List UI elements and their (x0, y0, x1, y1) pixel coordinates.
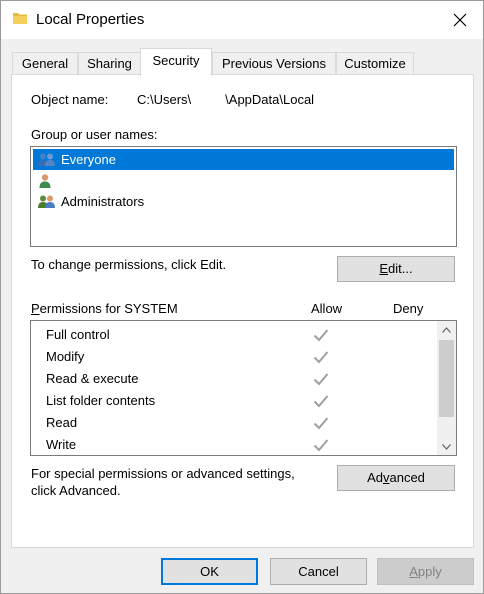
redacted-username (191, 94, 226, 107)
scrollbar-thumb[interactable] (439, 340, 454, 417)
allow-check-icon (313, 329, 329, 342)
object-path-suffix: \AppData\Local (225, 92, 315, 107)
special-permissions-line2: click Advanced. (31, 483, 121, 498)
permission-name: Read (46, 415, 78, 430)
window-title: Local Properties (36, 11, 145, 28)
chevron-down-icon (442, 443, 451, 450)
change-permissions-text: To change permissions, click Edit. (31, 257, 227, 272)
special-permissions-text: For special permissions or advanced sett… (31, 465, 295, 499)
allow-check-icon (313, 417, 329, 430)
permission-row: Read (31, 412, 435, 434)
permission-name: List folder contents (46, 393, 156, 408)
user-icon (39, 173, 51, 188)
permission-name: Write (46, 437, 77, 452)
tab-sharing[interactable]: Sharing (78, 52, 141, 75)
apply-button-accelerator: A (409, 564, 418, 579)
tab-customize[interactable]: Customize (336, 52, 414, 75)
folder-icon (13, 13, 27, 24)
permission-row: Read & execute (31, 368, 435, 390)
list-item-label: Everyone (61, 152, 116, 167)
edit-button-label-post: dit... (388, 261, 413, 276)
close-button[interactable] (437, 1, 483, 39)
cancel-button[interactable]: Cancel (270, 558, 367, 585)
allow-check-icon (313, 439, 329, 452)
list-item-label (61, 176, 191, 186)
ok-button[interactable]: OK (161, 558, 258, 585)
permission-name: Full control (46, 327, 110, 342)
title-bar: Local Properties (1, 1, 483, 39)
edit-button[interactable]: Edit... (337, 256, 455, 282)
group-names-label: Group or user names: (31, 127, 158, 142)
permission-row: Write (31, 434, 435, 455)
permissions-list[interactable]: Full control Modify Read & execute List … (30, 320, 457, 456)
edit-button-accelerator: E (379, 261, 389, 276)
object-name-value: C:\Users\ \AppData\Local (137, 92, 314, 107)
advanced-button-label-pre: Ad (367, 470, 383, 485)
scroll-up-button[interactable] (437, 321, 456, 338)
scroll-down-button[interactable] (437, 438, 456, 455)
permission-row: List folder contents (31, 390, 435, 412)
close-icon (453, 13, 467, 27)
permission-name: Read & execute (46, 371, 139, 386)
permission-row: Modify (31, 346, 435, 368)
permissions-for-label: Permissions for SYSTEM (31, 301, 178, 316)
tab-strip: General Sharing Security Previous Versio… (12, 48, 474, 76)
permissions-label-rest: ermissions for SYSTEM (39, 301, 178, 316)
advanced-button-label-post: anced (389, 470, 425, 485)
list-item-label: Administrators (61, 194, 145, 209)
object-name-label: Object name: (31, 92, 109, 107)
list-item-administrators[interactable]: Administrators (33, 191, 454, 212)
advanced-button[interactable]: Advanced (337, 465, 455, 491)
permission-name: Modify (46, 349, 85, 364)
allow-check-icon (313, 351, 329, 364)
list-item-user[interactable] (33, 170, 454, 191)
group-users-icon (38, 195, 55, 208)
object-path-prefix: C:\Users\ (137, 92, 192, 107)
allow-check-icon (313, 373, 329, 386)
properties-dialog: Local Properties General Sharing Securit… (0, 0, 484, 594)
permissions-scrollbar[interactable] (437, 321, 456, 455)
deny-column-header: Deny (393, 301, 424, 316)
permission-row: Full control (31, 324, 435, 346)
apply-button-label-post: pply (417, 564, 442, 579)
permissions-accelerator: P (31, 301, 40, 316)
tab-security[interactable]: Security (140, 48, 212, 76)
allow-column-header: Allow (311, 301, 343, 316)
list-item-everyone[interactable]: Everyone (33, 149, 454, 170)
apply-button[interactable]: Apply (377, 558, 474, 585)
permissions-header: Permissions for SYSTEM Allow Deny (31, 301, 456, 317)
allow-check-icon (313, 395, 329, 408)
tab-previous-versions[interactable]: Previous Versions (212, 52, 336, 75)
group-user-list[interactable]: Everyone Administrators (30, 146, 457, 247)
special-permissions-line1: For special permissions or advanced sett… (31, 466, 295, 481)
chevron-up-icon (442, 326, 451, 333)
security-panel: Object name: C:\Users\ \AppData\Local Gro… (11, 74, 474, 548)
group-users-icon (38, 153, 55, 166)
tab-general[interactable]: General (12, 52, 78, 75)
